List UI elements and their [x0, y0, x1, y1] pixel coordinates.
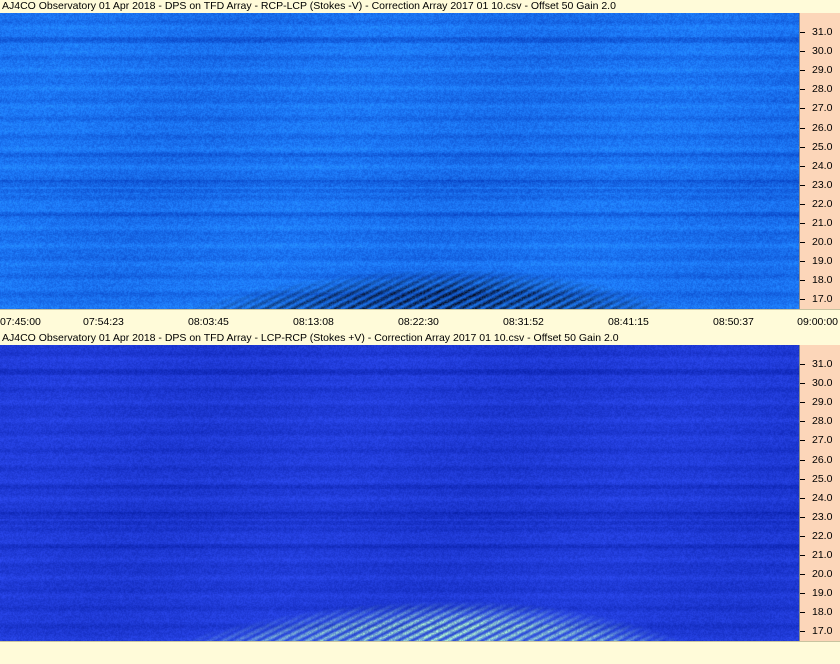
frequency-tick-label: 31.0: [812, 358, 833, 370]
frequency-tick-label: 29.0: [812, 64, 833, 76]
frequency-tick-label: 17.0: [812, 625, 833, 637]
frequency-tick: [800, 223, 805, 224]
frequency-tick: [800, 574, 805, 575]
frequency-tick-label: 17.0: [812, 293, 833, 305]
frequency-tick-label: 18.0: [812, 606, 833, 618]
frequency-tick: [800, 479, 805, 480]
frequency-tick: [800, 631, 805, 632]
frequency-tick: [800, 185, 805, 186]
frequency-tick: [800, 299, 805, 300]
frequency-tick: [800, 460, 805, 461]
frequency-tick: [800, 108, 805, 109]
frequency-tick-label: 18.0: [812, 274, 833, 286]
frequency-tick-label: 24.0: [812, 160, 833, 172]
frequency-tick-label: 27.0: [812, 434, 833, 446]
frequency-tick: [800, 612, 805, 613]
panel-title: AJ4CO Observatory 01 Apr 2018 - DPS on T…: [0, 332, 840, 345]
frequency-tick-label: 27.0: [812, 102, 833, 114]
frequency-tick: [800, 51, 805, 52]
frequency-axis: 17.0 18.0 19.0 20.0 21.0 22.0 23.0 24.0 25.0 26.0…: [799, 13, 840, 309]
frequency-tick-label: 21.0: [812, 549, 833, 561]
time-axis: [0, 641, 840, 664]
frequency-tick: [800, 147, 805, 148]
time-tick-label: 08:41:15: [608, 316, 649, 328]
spectrogram-panel-rcp-lcp: AJ4CO Observatory 01 Apr 2018 - DPS on T…: [0, 0, 840, 332]
frequency-tick: [800, 89, 805, 90]
frequency-tick-label: 26.0: [812, 454, 833, 466]
frequency-tick: [800, 204, 805, 205]
frequency-tick-label: 26.0: [812, 122, 833, 134]
frequency-tick-label: 28.0: [812, 415, 833, 427]
frequency-tick-label: 24.0: [812, 492, 833, 504]
time-tick-label: 09:00:00: [797, 316, 838, 328]
time-tick-label: 07:54:23: [83, 316, 124, 328]
spectrogram-heatmap: [0, 345, 799, 641]
frequency-tick-label: 23.0: [812, 179, 833, 191]
time-axis: 07:45:00 07:54:23 08:03:45 08:13:08 08:22:30…: [0, 309, 840, 332]
frequency-tick: [800, 242, 805, 243]
time-tick-label: 07:45:00: [0, 316, 41, 328]
frequency-tick-label: 25.0: [812, 141, 833, 153]
frequency-tick: [800, 166, 805, 167]
frequency-tick-label: 22.0: [812, 198, 833, 210]
frequency-tick: [800, 280, 805, 281]
time-tick-label: 08:13:08: [293, 316, 334, 328]
frequency-tick: [800, 32, 805, 33]
frequency-tick-label: 23.0: [812, 511, 833, 523]
frequency-tick: [800, 128, 805, 129]
time-tick-label: 08:22:30: [398, 316, 439, 328]
frequency-tick-label: 20.0: [812, 568, 833, 580]
frequency-tick: [800, 440, 805, 441]
time-tick-label: 08:50:37: [713, 316, 754, 328]
frequency-tick-label: 30.0: [812, 45, 833, 57]
frequency-tick: [800, 593, 805, 594]
frequency-tick-label: 29.0: [812, 396, 833, 408]
time-tick-label: 08:03:45: [188, 316, 229, 328]
frequency-tick-label: 19.0: [812, 255, 833, 267]
frequency-tick-label: 19.0: [812, 587, 833, 599]
frequency-tick-label: 31.0: [812, 26, 833, 38]
frequency-tick: [800, 364, 805, 365]
frequency-tick-label: 20.0: [812, 236, 833, 248]
frequency-tick-label: 28.0: [812, 83, 833, 95]
frequency-tick: [800, 421, 805, 422]
panel-title: AJ4CO Observatory 01 Apr 2018 - DPS on T…: [0, 0, 840, 13]
spectrogram-panel-lcp-rcp: AJ4CO Observatory 01 Apr 2018 - DPS on T…: [0, 332, 840, 664]
frequency-tick-label: 30.0: [812, 377, 833, 389]
frequency-tick-label: 22.0: [812, 530, 833, 542]
frequency-tick: [800, 261, 805, 262]
frequency-tick: [800, 383, 805, 384]
frequency-tick: [800, 555, 805, 556]
frequency-axis: 17.0 18.0 19.0 20.0 21.0 22.0 23.0 24.0 25.0 26.0…: [799, 345, 840, 641]
frequency-tick: [800, 517, 805, 518]
spectrogram-heatmap: [0, 13, 799, 309]
frequency-tick-label: 21.0: [812, 217, 833, 229]
frequency-tick: [800, 70, 805, 71]
time-tick-label: 08:31:52: [503, 316, 544, 328]
frequency-tick: [800, 498, 805, 499]
frequency-tick: [800, 536, 805, 537]
frequency-tick-label: 25.0: [812, 473, 833, 485]
frequency-tick: [800, 402, 805, 403]
